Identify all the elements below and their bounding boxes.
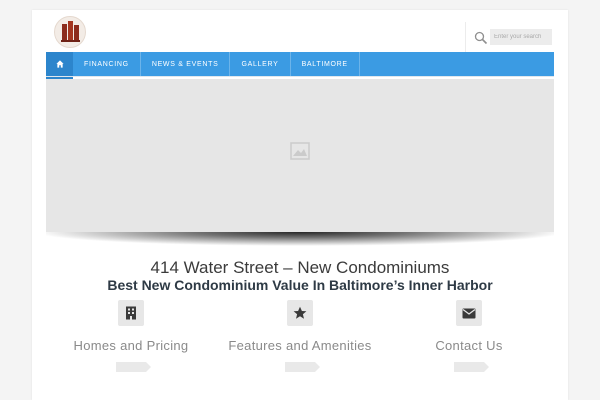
- home-icon: [55, 60, 64, 68]
- feature-icon-box[interactable]: [456, 300, 482, 326]
- page-container: FINANCING NEWS & EVENTS GALLERY BALTIMOR…: [32, 10, 568, 400]
- search-area: [465, 22, 570, 52]
- building-icon: [126, 306, 136, 320]
- page-subtitle: Best New Condominium Value In Baltimore’…: [107, 277, 493, 293]
- feature-more-button[interactable]: [454, 362, 489, 372]
- feature-label[interactable]: Features and Amenities: [215, 338, 385, 353]
- envelope-icon: [462, 308, 476, 318]
- nav-item-financing[interactable]: FINANCING: [73, 52, 141, 76]
- search-icon[interactable]: [474, 31, 488, 45]
- site-logo[interactable]: [54, 16, 86, 48]
- slider-shadow: [46, 232, 554, 246]
- logo-base: [61, 40, 80, 42]
- main-nav: FINANCING NEWS & EVENTS GALLERY BALTIMOR…: [46, 52, 554, 81]
- feature-more-button[interactable]: [116, 362, 151, 372]
- nav-item-news-events[interactable]: NEWS & EVENTS: [141, 52, 231, 76]
- image-placeholder-icon: [290, 142, 310, 160]
- logo-bar: [62, 24, 67, 40]
- nav-home[interactable]: [46, 52, 73, 81]
- feature-label[interactable]: Contact Us: [384, 338, 554, 353]
- hero-slider[interactable]: [46, 79, 554, 232]
- nav-item-baltimore[interactable]: BALTIMORE: [291, 52, 360, 76]
- feature-label[interactable]: Homes and Pricing: [46, 338, 216, 353]
- feature-icon-box[interactable]: [287, 300, 313, 326]
- feature-homes-pricing: Homes and Pricing: [46, 300, 216, 372]
- feature-icon-box[interactable]: [118, 300, 144, 326]
- feature-contact: Contact Us: [384, 300, 554, 372]
- search-input[interactable]: [490, 29, 552, 45]
- nav-item-gallery[interactable]: GALLERY: [230, 52, 291, 76]
- logo-bar: [68, 21, 73, 40]
- logo-bar: [74, 25, 79, 40]
- feature-amenities: Features and Amenities: [215, 300, 385, 372]
- page-title: 414 Water Street – New Condominiums: [150, 258, 450, 277]
- feature-more-button[interactable]: [285, 362, 320, 372]
- nav-divider: [46, 76, 554, 77]
- star-icon: [293, 306, 307, 319]
